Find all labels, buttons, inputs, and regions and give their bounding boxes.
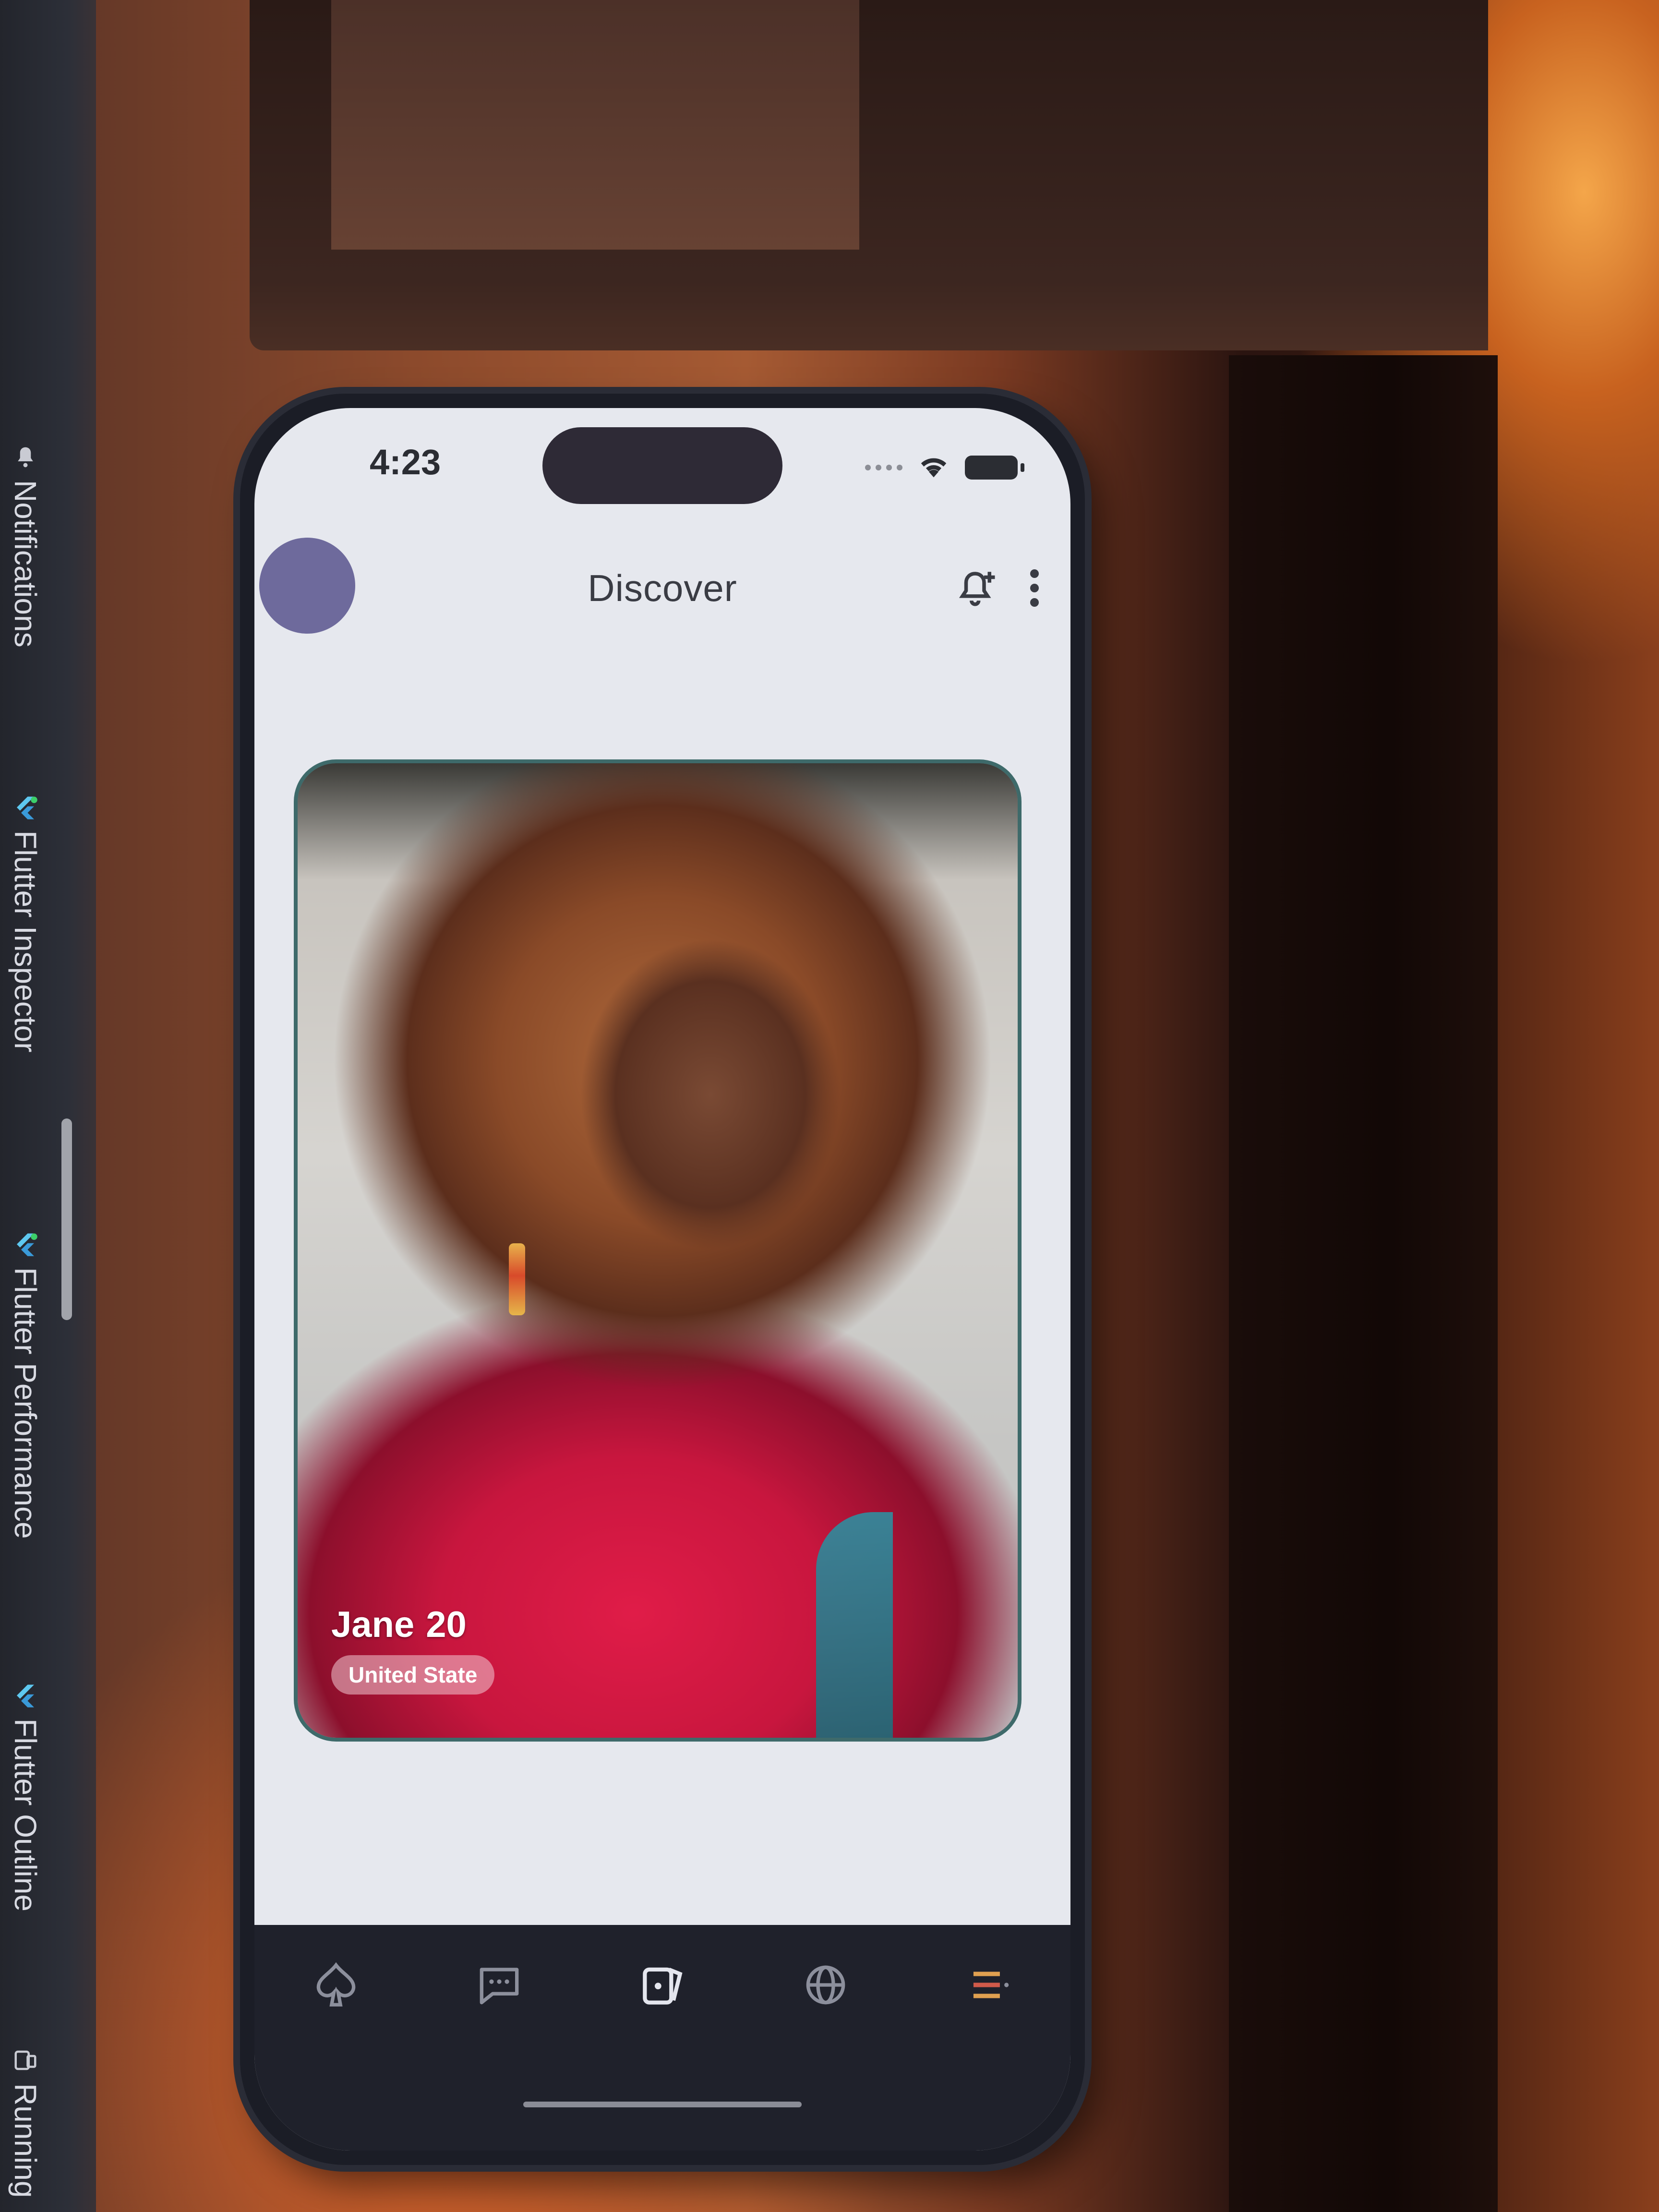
profile-photo-detail — [509, 1243, 525, 1315]
profile-name: Jane — [331, 1604, 415, 1645]
globe-icon[interactable] — [799, 1959, 852, 2011]
profile-age: 20 — [426, 1604, 467, 1645]
ide-tab-label: Flutter Inspector — [8, 830, 43, 1053]
status-icons — [865, 449, 1024, 485]
signal-icon — [865, 464, 902, 470]
app-bar: Discover — [254, 514, 1070, 634]
ide-tab-label: Notifications — [8, 480, 43, 648]
flutter-icon — [12, 792, 38, 819]
flutter-icon — [12, 1680, 38, 1707]
ide-tab-running[interactable]: Running — [8, 2045, 43, 2198]
profile-info: Jane 20 United State — [331, 1604, 495, 1695]
monitor-bezel-edge — [1229, 355, 1498, 2212]
country-chip: United State — [331, 1655, 495, 1695]
ide-tab-label: Flutter Performance — [8, 1267, 43, 1539]
chat-icon[interactable] — [473, 1959, 526, 2011]
ide-tab-flutter-outline[interactable]: Flutter Outline — [8, 1680, 43, 1911]
ide-tab-label: Running — [8, 2083, 43, 2198]
profile-photo-detail — [816, 1512, 893, 1738]
ide-tab-notifications[interactable]: Notifications — [8, 442, 43, 648]
cards-icon[interactable] — [636, 1959, 689, 2011]
app-bar-actions — [955, 566, 1042, 610]
device-icon — [12, 2045, 38, 2071]
notification-add-icon[interactable] — [955, 566, 998, 610]
status-time: 4:23 — [370, 442, 441, 482]
profile-photo — [298, 763, 1018, 1738]
profile-name-row: Jane 20 — [331, 1604, 494, 1646]
spade-icon[interactable] — [310, 1959, 362, 2011]
phone-screen: 4:23 Discover Jane 20 United State — [254, 408, 1070, 2151]
battery-icon — [965, 455, 1024, 480]
flutter-icon — [12, 1229, 38, 1256]
page-title: Discover — [588, 567, 737, 609]
dynamic-island — [542, 427, 782, 504]
menu-icon[interactable] — [962, 1959, 1015, 2011]
more-vert-icon[interactable] — [1027, 566, 1042, 610]
profile-card[interactable]: Jane 20 United State — [298, 763, 1018, 1738]
ide-tab-label: Flutter Outline — [8, 1719, 43, 1911]
ide-tab-flutter-inspector[interactable]: Flutter Inspector — [8, 792, 43, 1052]
phone-simulator: 4:23 Discover Jane 20 United State — [240, 394, 1085, 2165]
status-bar: 4:23 — [254, 408, 1070, 504]
ide-scrollbar[interactable] — [61, 1118, 72, 1320]
ide-tab-flutter-performance[interactable]: Flutter Performance — [8, 1229, 43, 1539]
home-indicator — [523, 2102, 802, 2107]
background-picture — [331, 0, 859, 250]
bottom-navigation — [254, 1925, 1070, 2151]
wifi-icon — [917, 449, 950, 485]
bell-icon — [12, 442, 38, 468]
ide-tool-strip: Notifications Flutter Inspector Flutter … — [0, 0, 96, 2212]
